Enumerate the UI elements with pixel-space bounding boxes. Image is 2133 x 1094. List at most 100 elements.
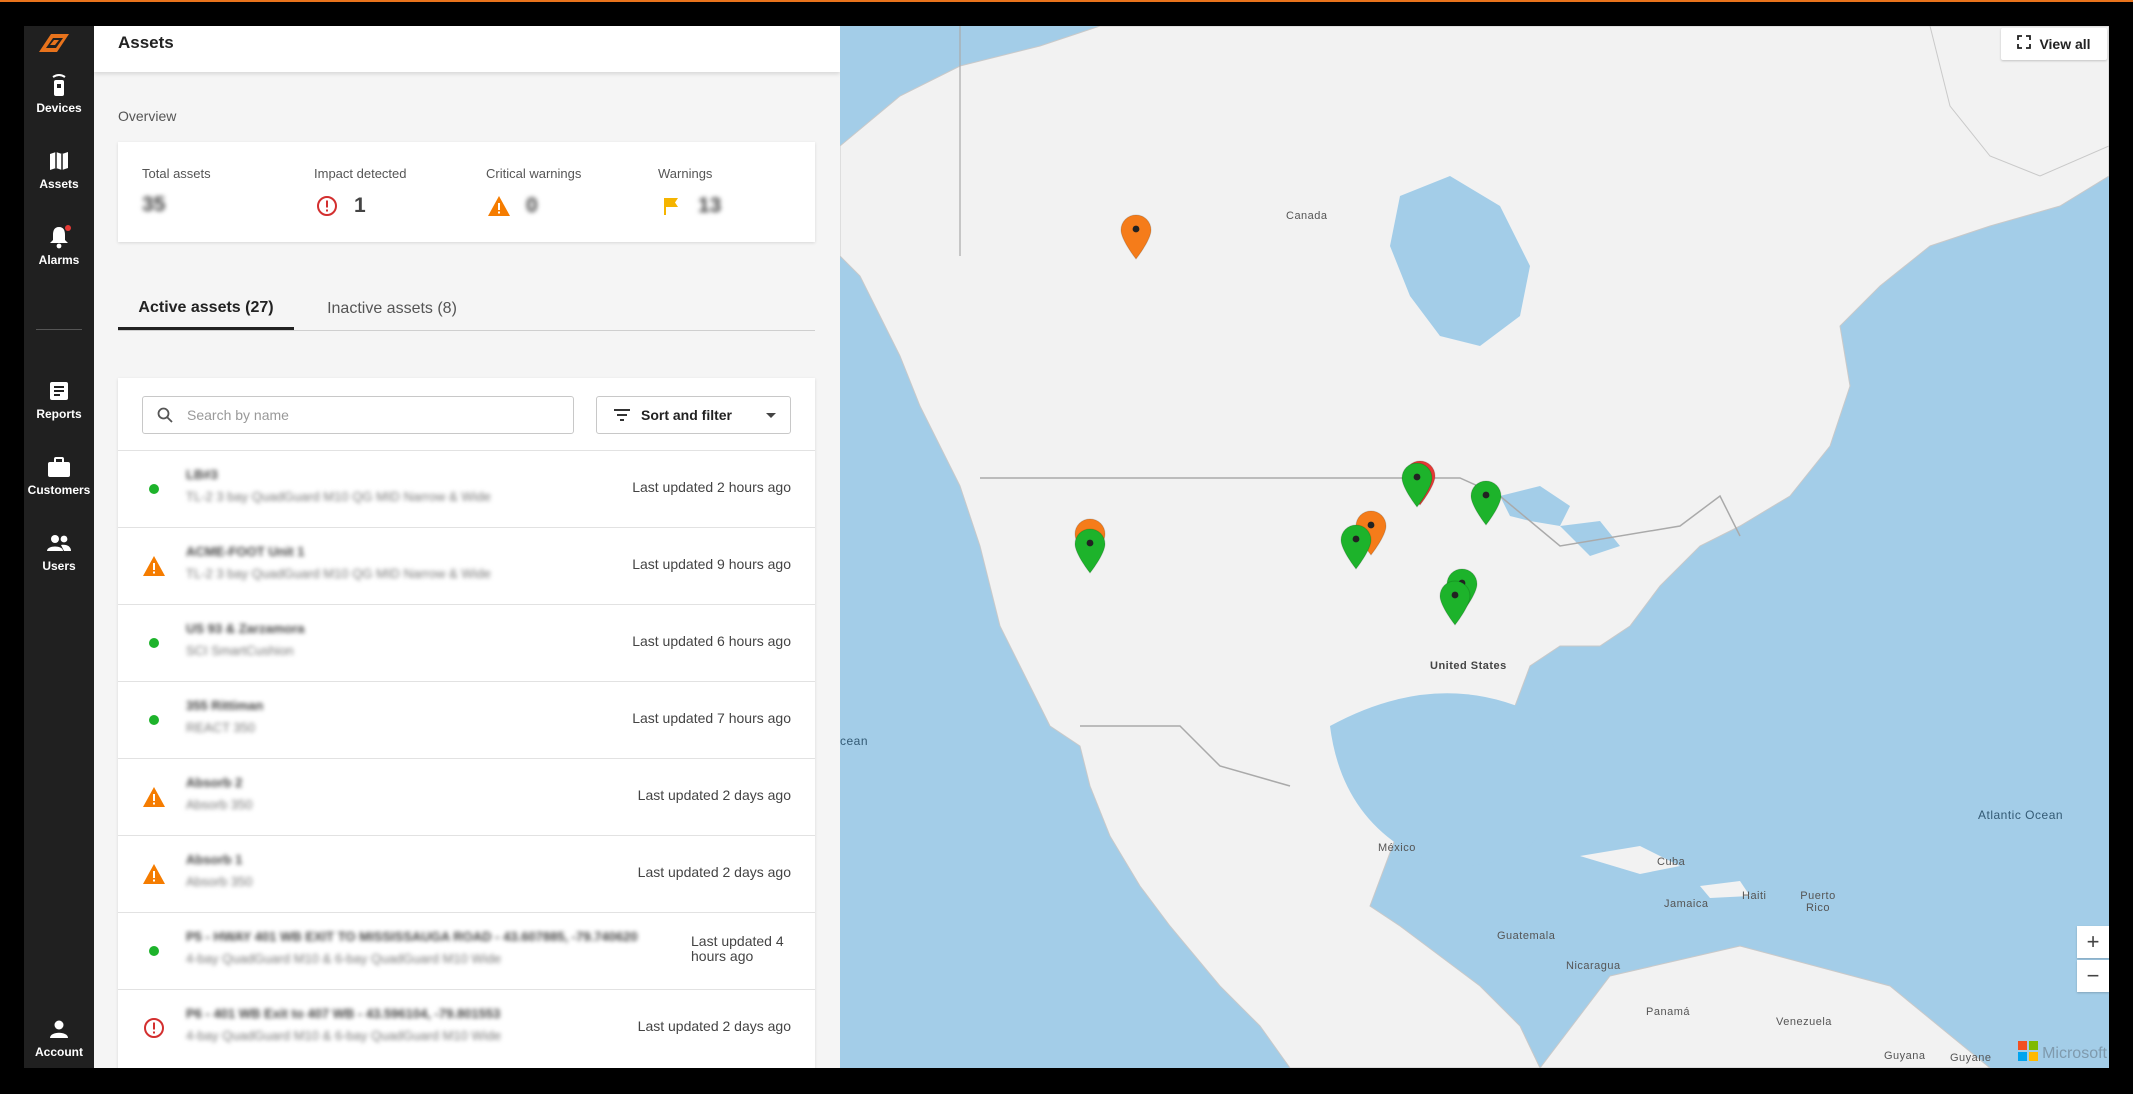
overview-label: Overview bbox=[118, 108, 177, 124]
nav-alarms[interactable]: Alarms bbox=[24, 224, 94, 267]
filter-icon bbox=[613, 408, 631, 422]
map-label-guyana: Guyana bbox=[1884, 1050, 1926, 1062]
asset-list: LB#3 TL-2 3 bay QuadGuard M10 QG MID Nar… bbox=[118, 450, 815, 1066]
sort-filter-button[interactable]: Sort and filter bbox=[596, 396, 791, 434]
map-label-united-states: United States bbox=[1430, 660, 1507, 672]
asset-row[interactable]: P5 - HWAY 401 WB EXIT TO MISSISSAUGA ROA… bbox=[118, 912, 815, 989]
asset-updated: Last updated 6 hours ago bbox=[632, 633, 791, 649]
fullscreen-icon bbox=[2017, 34, 2032, 54]
map-pin-ok[interactable] bbox=[1438, 580, 1472, 626]
search-input[interactable] bbox=[185, 406, 569, 424]
asset-subtitle: 4-bay QuadGuard M10 & 6-bay QuadGuard M1… bbox=[186, 951, 502, 966]
stat-caption: Critical warnings bbox=[486, 166, 582, 181]
asset-subtitle: SCI SmartCushion bbox=[186, 643, 294, 658]
map-pin-warning[interactable] bbox=[1119, 214, 1153, 260]
stat-value: 35 bbox=[142, 193, 166, 216]
device-icon bbox=[46, 72, 72, 98]
warning-triangle-icon bbox=[142, 554, 166, 578]
asset-name: Absorb 1 bbox=[186, 852, 243, 867]
asset-subtitle: REACT 350 bbox=[186, 720, 256, 735]
tab-inactive-assets[interactable]: Inactive assets (8) bbox=[304, 288, 480, 330]
asset-updated: Last updated 4 hours ago bbox=[691, 933, 784, 964]
asset-subtitle: TL-2 3 bay QuadGuard M10 QG MID Narrow &… bbox=[186, 489, 491, 504]
tab-active-assets[interactable]: Active assets (27) bbox=[118, 288, 294, 330]
assets-panel: Assets Overview Total assets 35 Impact d… bbox=[94, 26, 840, 1068]
asset-updated: Last updated 2 days ago bbox=[637, 1018, 791, 1034]
asset-updated: Last updated 2 days ago bbox=[637, 864, 791, 880]
status-ok-dot bbox=[142, 939, 166, 963]
asset-subtitle: 4-bay QuadGuard M10 & 6-bay QuadGuard M1… bbox=[186, 1028, 502, 1043]
status-ok-dot bbox=[142, 477, 166, 501]
asset-name: Absorb 2 bbox=[186, 775, 243, 790]
impact-alert-icon bbox=[314, 193, 340, 219]
nav-label: Devices bbox=[36, 101, 82, 115]
chevron-down-icon bbox=[766, 412, 776, 418]
warning-triangle-icon bbox=[142, 862, 166, 886]
nav-label: Customers bbox=[27, 483, 91, 497]
attribution-text: Microsoft bbox=[2042, 1044, 2107, 1062]
asset-name: P6 - 401 WB Exit to 407 WB - 43.596104, … bbox=[186, 1006, 501, 1021]
asset-row[interactable]: US 93 & Zarzamora SCI SmartCushion Last … bbox=[118, 604, 815, 681]
stat-impact-detected: Impact detected 1 bbox=[314, 166, 407, 219]
map-label-jamaica: Jamaica bbox=[1664, 898, 1709, 910]
app-logo[interactable] bbox=[34, 26, 74, 60]
status-ok-dot bbox=[142, 631, 166, 655]
asset-map[interactable]: View all Canada United States México Cub… bbox=[840, 26, 2109, 1068]
map-pin-ok[interactable] bbox=[1339, 524, 1373, 570]
nav-users[interactable]: Users bbox=[24, 530, 94, 573]
nav-account[interactable]: Account bbox=[24, 1016, 94, 1059]
asset-name: ACME-FOOT Unit 1 bbox=[186, 544, 305, 559]
asset-row[interactable]: Absorb 1 Absorb 350 Last updated 2 days … bbox=[118, 835, 815, 912]
nav-assets[interactable]: Assets bbox=[24, 148, 94, 191]
zoom-in-button[interactable]: + bbox=[2077, 926, 2109, 958]
report-icon bbox=[46, 378, 72, 404]
stat-total-assets: Total assets 35 bbox=[142, 166, 211, 217]
users-icon bbox=[46, 530, 72, 556]
view-all-button[interactable]: View all bbox=[2001, 28, 2107, 60]
asset-list-card: Sort and filter LB#3 TL-2 3 bay QuadGuar… bbox=[118, 378, 815, 1068]
nav-label: Alarms bbox=[38, 253, 80, 267]
map-label-puerto-rico: Puerto Rico bbox=[1800, 890, 1836, 914]
asset-subtitle: Absorb 350 bbox=[186, 874, 253, 889]
map-label-guatemala: Guatemala bbox=[1497, 930, 1556, 942]
asset-row[interactable]: 355 Rittiman REACT 350 Last updated 7 ho… bbox=[118, 681, 815, 758]
asset-updated: Last updated 2 hours ago bbox=[632, 479, 791, 495]
microsoft-logo-icon bbox=[2018, 1041, 2039, 1066]
nav-devices[interactable]: Devices bbox=[24, 72, 94, 115]
map-label-venezuela: Venezuela bbox=[1776, 1016, 1832, 1028]
asset-updated: Last updated 9 hours ago bbox=[632, 556, 791, 572]
nav-customers[interactable]: Customers bbox=[24, 454, 94, 497]
asset-subtitle: TL-2 3 bay QuadGuard M10 QG MID Narrow &… bbox=[186, 566, 491, 581]
zoom-out-button[interactable]: − bbox=[2077, 960, 2109, 992]
map-label-haiti: Haiti bbox=[1742, 890, 1767, 902]
stat-critical-warnings: Critical warnings 0 bbox=[486, 166, 581, 219]
asset-name: 355 Rittiman bbox=[186, 698, 264, 713]
asset-name: LB#3 bbox=[186, 467, 218, 482]
map-pin-ok[interactable] bbox=[1469, 480, 1503, 526]
nav-label: Account bbox=[35, 1045, 83, 1059]
map-label-nicaragua: Nicaragua bbox=[1566, 960, 1621, 972]
asset-row[interactable]: Absorb 2 Absorb 350 Last updated 2 days … bbox=[118, 758, 815, 835]
map-pin-ok[interactable] bbox=[1073, 528, 1107, 574]
sort-filter-label: Sort and filter bbox=[641, 407, 733, 423]
nav-label: Reports bbox=[36, 407, 82, 421]
stat-caption: Warnings bbox=[658, 166, 713, 181]
impact-alert-icon bbox=[142, 1016, 166, 1040]
nav-reports[interactable]: Reports bbox=[24, 378, 94, 421]
asset-row[interactable]: LB#3 TL-2 3 bay QuadGuard M10 QG MID Nar… bbox=[118, 450, 815, 527]
asset-tabs: Active assets (27) Inactive assets (8) bbox=[118, 288, 815, 331]
asset-name: P5 - HWAY 401 WB EXIT TO MISSISSAUGA ROA… bbox=[186, 929, 638, 944]
stat-value: 1 bbox=[354, 194, 366, 217]
stat-value: 13 bbox=[698, 194, 722, 217]
asset-row[interactable]: ACME-FOOT Unit 1 TL-2 3 bay QuadGuard M1… bbox=[118, 527, 815, 604]
asset-row[interactable]: P6 - 401 WB Exit to 407 WB - 43.596104, … bbox=[118, 989, 815, 1066]
asset-updated: Last updated 2 days ago bbox=[637, 787, 791, 803]
flag-icon bbox=[658, 193, 684, 219]
map-label-atlantic-ocean: Atlantic Ocean bbox=[1978, 808, 2064, 822]
overview-stats-card: Total assets 35 Impact detected 1 Critic… bbox=[118, 142, 815, 242]
microsoft-attribution: Microsoft bbox=[2018, 1041, 2107, 1066]
page-title: Assets bbox=[118, 33, 174, 52]
map-icon bbox=[46, 148, 72, 174]
map-pin-ok[interactable] bbox=[1400, 462, 1434, 508]
nav-label: Assets bbox=[39, 177, 79, 191]
